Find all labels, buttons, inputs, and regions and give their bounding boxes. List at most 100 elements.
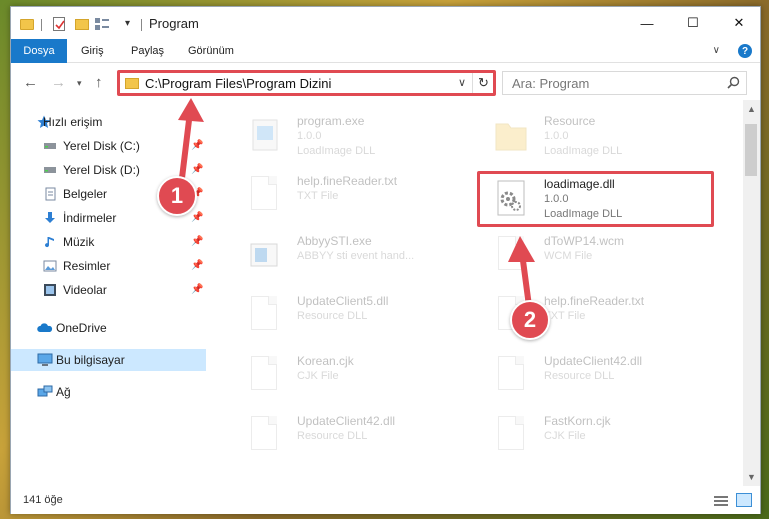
sidebar-item-label: İndirmeler	[63, 211, 117, 225]
folder-icon	[20, 19, 34, 30]
file-description: LoadImage DLL	[544, 145, 623, 157]
dll-gear-icon	[247, 416, 281, 458]
sidebar-item-music[interactable]: Müzik 📌	[11, 231, 206, 253]
scroll-down-arrow-icon[interactable]: ▼	[747, 472, 756, 482]
search-input[interactable]: Ara: Program	[502, 71, 747, 95]
title-bar: ▾ Program — ☐ ✕	[11, 7, 760, 39]
sidebar-item-label: Belgeler	[63, 187, 108, 201]
scrollbar-thumb[interactable]	[745, 124, 757, 176]
pin-icon[interactable]: 📌	[191, 164, 203, 175]
ribbon-tabs: Dosya Giriş Paylaş Görünüm ∨ ?	[11, 39, 760, 63]
file-item[interactable]: Resource 1.0.0 LoadImage DLL	[474, 110, 714, 168]
file-item[interactable]: Korean.cjk CJK File	[227, 350, 467, 408]
address-path[interactable]: C:\Program Files\Program Dizini	[145, 76, 331, 91]
sidebar-item-this-pc[interactable]: Bu bilgisayar	[11, 349, 206, 371]
sidebar-item-pictures[interactable]: Resimler 📌	[11, 255, 206, 277]
sidebar-item-label: Müzik	[63, 235, 95, 249]
tab-share[interactable]: Paylaş	[131, 39, 164, 63]
file-item[interactable]: UpdateClient42.dll Resource DLL	[227, 410, 467, 468]
back-arrow-icon[interactable]: ←	[23, 74, 38, 91]
file-name: AbbyySTI.exe	[297, 234, 372, 248]
file-description: ABBYY sti event hand...	[297, 250, 415, 262]
dll-gear-icon	[494, 356, 528, 398]
file-version: 1.0.0	[544, 130, 569, 142]
pin-icon[interactable]: 📌	[191, 284, 203, 295]
sidebar-item-label: Yerel Disk (D:)	[63, 163, 140, 177]
sidebar-item-onedrive[interactable]: OneDrive	[11, 317, 206, 339]
properties-check-icon[interactable]	[53, 17, 65, 31]
network-icon	[37, 385, 53, 399]
drive-icon	[43, 163, 57, 177]
sidebar-item-label: Hızlı erişim	[43, 115, 103, 129]
download-icon	[43, 211, 57, 225]
file-type: CJK File	[297, 370, 339, 382]
search-placeholder: Ara: Program	[512, 76, 590, 91]
file-item[interactable]: FastKorn.cjk CJK File	[474, 410, 714, 468]
file-description: Resource DLL	[297, 430, 368, 442]
videos-icon	[43, 283, 57, 297]
file-version: 1.0.0	[297, 130, 322, 142]
sidebar-item-quick-access[interactable]: Hızlı erişim	[11, 111, 206, 133]
file-item[interactable]: AbbyySTI.exe ABBYY sti event hand...	[227, 230, 467, 288]
folder-icon	[494, 116, 528, 158]
pin-icon[interactable]: 📌	[191, 140, 203, 151]
new-folder-icon[interactable]	[75, 19, 89, 30]
file-type: CJK File	[544, 430, 586, 442]
maximize-button[interactable]: ☐	[670, 7, 716, 39]
pin-icon[interactable]: 📌	[191, 236, 203, 247]
music-icon	[43, 235, 57, 249]
close-button[interactable]: ✕	[716, 7, 762, 39]
file-item[interactable]: UpdateClient42.dll Resource DLL	[474, 350, 714, 408]
scroll-up-arrow-icon[interactable]: ▲	[747, 104, 756, 114]
file-item[interactable]: help.fineReader.txt TXT File	[227, 170, 467, 228]
file-name: help.fineReader.txt	[544, 294, 645, 308]
sidebar-item-videos[interactable]: Videolar 📌	[11, 279, 206, 301]
sidebar-item-label: Ağ	[56, 385, 71, 399]
forward-arrow-icon[interactable]: →	[51, 74, 66, 91]
divider	[141, 19, 142, 31]
item-count: 141 öğe	[23, 494, 63, 506]
expand-ribbon-chevron-icon[interactable]: ∨	[713, 45, 720, 56]
pin-icon[interactable]: 📌	[191, 212, 203, 223]
navigation-pane: Hızlı erişim Yerel Disk (C:) 📌 Yerel Dis…	[11, 100, 206, 486]
minimize-button[interactable]: —	[624, 7, 670, 39]
tab-home[interactable]: Giriş	[81, 39, 104, 63]
documents-icon	[43, 187, 57, 201]
up-arrow-icon[interactable]: ↑	[95, 74, 103, 91]
tab-view[interactable]: Görünüm	[188, 39, 234, 63]
recent-locations-chevron-icon[interactable]: ▾	[77, 78, 82, 89]
sidebar-item-label: Bu bilgisayar	[56, 353, 125, 367]
file-item[interactable]: dToWP14.wcm WCM File	[474, 230, 714, 288]
pin-icon[interactable]: 📌	[191, 260, 203, 271]
sidebar-item-label: Resimler	[63, 259, 111, 273]
tab-file[interactable]: Dosya	[11, 39, 67, 63]
file-name: FastKorn.cjk	[544, 414, 611, 428]
properties-icon[interactable]	[95, 18, 109, 30]
file-type: TXT File	[297, 190, 339, 202]
file-name: UpdateClient42.dll	[297, 414, 396, 428]
file-description: LoadImage DLL	[297, 145, 376, 157]
sidebar-item-label: Videolar	[63, 283, 107, 297]
onedrive-icon	[37, 321, 53, 335]
address-dropdown-chevron-icon[interactable]: ∨	[458, 76, 466, 89]
file-description: Resource DLL	[297, 310, 368, 322]
vertical-scrollbar[interactable]: ▲ ▼	[743, 100, 760, 486]
file-name: UpdateClient42.dll	[544, 354, 643, 368]
customize-toolbar-icon[interactable]: ▾	[125, 18, 130, 29]
address-bar[interactable]: C:\Program Files\Program Dizini ∨ ↻	[118, 71, 495, 95]
help-icon[interactable]: ?	[738, 44, 752, 58]
file-item[interactable]: program.exe 1.0.0 LoadImage DLL	[227, 110, 467, 168]
search-icon[interactable]	[727, 76, 740, 92]
exe-window-icon	[247, 236, 281, 278]
refresh-icon[interactable]: ↻	[472, 72, 494, 94]
sidebar-item-network[interactable]: Ağ	[11, 381, 206, 403]
file-item[interactable]: UpdateClient5.dll Resource DLL	[227, 290, 467, 348]
tiles-view-icon[interactable]	[736, 493, 752, 507]
sidebar-item-local-disk-c[interactable]: Yerel Disk (C:) 📌	[11, 135, 206, 157]
file-list: program.exe 1.0.0 LoadImage DLL Resource…	[209, 100, 743, 486]
details-view-icon[interactable]	[714, 495, 728, 506]
window-title: Program	[149, 16, 199, 31]
file-name: Korean.cjk	[297, 354, 354, 368]
file-explorer-window: ▾ Program — ☐ ✕ Dosya Giriş Paylaş Görün…	[10, 6, 761, 514]
file-name: dToWP14.wcm	[544, 234, 625, 248]
